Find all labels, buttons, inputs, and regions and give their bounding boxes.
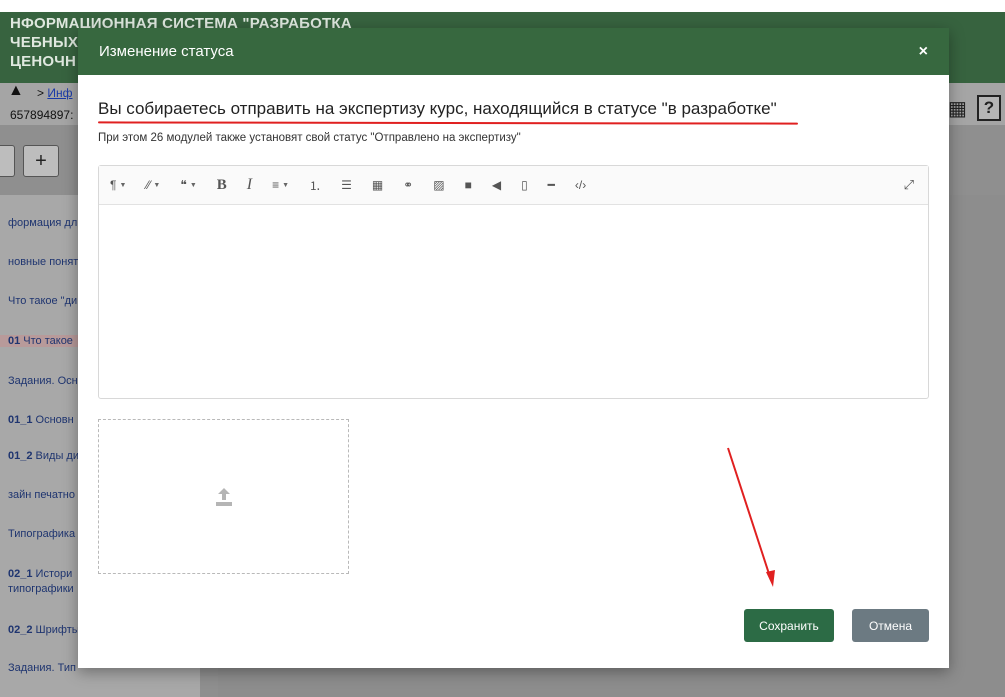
sidebar-item-label: Шрифты	[32, 624, 80, 636]
editor-toolbar: ¶ ▼ ⁄⁄ ▼ ❝ ▼ B I ≡ ▼ ⒈ ☰ ▦ ⚭ ▨ ■ ◀ ▯ ━ ‹/› ⤢	[99, 166, 928, 205]
bold-glyph: B	[216, 176, 227, 193]
help-icon[interactable]: ?	[976, 95, 1001, 121]
sidebar-item[interactable]: Типографика	[8, 528, 75, 540]
sidebar-item[interactable]: Что такое "ди	[8, 295, 77, 307]
italic-glyph: I	[246, 176, 253, 193]
ordered-list-glyph: ⒈	[309, 178, 322, 193]
sidebar-item[interactable]: 01_1 Основн	[8, 414, 74, 426]
modal-header: Изменение статуса ×	[78, 28, 949, 75]
chevron-down-icon: ▼	[282, 181, 290, 189]
audio-icon[interactable]: ◀	[492, 175, 501, 195]
video-glyph: ■	[464, 178, 472, 192]
sidebar-item-label: Типографика	[8, 528, 76, 540]
ordered-list-icon[interactable]: ⒈	[309, 175, 321, 195]
sidebar-item-label: Основн	[32, 414, 74, 426]
sidebar-item-label: Истори	[32, 568, 73, 580]
unordered-list-icon[interactable]: ☰	[341, 175, 352, 195]
bold-icon[interactable]: B	[217, 175, 227, 195]
breadcrumb-link[interactable]: Инф	[47, 86, 72, 100]
style-icon[interactable]: ⁄⁄ ▼	[146, 175, 160, 195]
record-id: 657894897:	[10, 108, 74, 122]
sidebar-item-code: 01_1	[8, 414, 33, 426]
rich-text-editor: ¶ ▼ ⁄⁄ ▼ ❝ ▼ B I ≡ ▼ ⒈ ☰ ▦ ⚭ ▨ ■ ◀ ▯ ━ ‹/› ⤢	[98, 165, 929, 399]
modal-title: Изменение статуса	[99, 43, 234, 60]
audio-glyph: ◀	[491, 178, 502, 192]
hr-glyph: ━	[547, 178, 555, 192]
video-icon[interactable]: ■	[465, 175, 472, 195]
file-dropzone[interactable]	[98, 419, 349, 574]
cancel-button[interactable]: Отмена	[852, 609, 929, 642]
table-glyph: ▦	[371, 178, 384, 192]
link-glyph: ⚭	[403, 178, 414, 192]
sidebar-item[interactable]: 01_2 Виды ди	[8, 450, 79, 462]
sidebar-item-code: 02_2	[8, 624, 33, 636]
sidebar-item-label: Что такое "ди	[8, 295, 78, 307]
sidebar-item[interactable]: 02_1 Истори	[8, 568, 72, 580]
paragraph-icon[interactable]: ¶ ▼	[110, 175, 126, 195]
breadcrumb: > Инф	[37, 86, 73, 100]
sidebar-item-label: зайн печатно	[8, 489, 75, 501]
align-glyph: ≡	[272, 178, 280, 192]
sidebar-item[interactable]: зайн печатно	[8, 489, 75, 501]
code-icon[interactable]: ‹/›	[575, 175, 586, 195]
style-glyph: ⁄⁄	[146, 178, 151, 192]
sidebar-item-label: Задания. Осн	[8, 375, 78, 387]
sidebar-item-label: типографики	[8, 583, 74, 595]
annotation-underline	[97, 121, 799, 125]
status-change-modal: Изменение статуса × Вы собираетесь отпра…	[78, 28, 949, 668]
sidebar-item-label: Задания. Тип	[8, 662, 76, 674]
chevron-down-icon: ▼	[189, 181, 197, 189]
sidebar-item[interactable]: 02_2 Шрифты	[8, 624, 80, 636]
sidebar-item-code: 01	[8, 335, 21, 347]
sidebar-item-label: Виды ди	[32, 450, 79, 462]
editor-content[interactable]	[99, 205, 928, 398]
sidebar-item[interactable]: новные поняти	[8, 256, 84, 268]
home-icon[interactable]: ▲	[8, 82, 24, 100]
hr-icon[interactable]: ━	[548, 175, 555, 195]
action-buttons: +	[0, 145, 59, 177]
sidebar-item-label: новные поняти	[8, 256, 85, 268]
close-icon[interactable]: ×	[919, 43, 928, 61]
sidebar-item[interactable]: формация дл	[8, 217, 77, 229]
table-icon[interactable]: ▦	[372, 175, 383, 195]
unordered-list-glyph: ☰	[341, 178, 352, 192]
save-button[interactable]: Сохранить	[744, 609, 834, 642]
confirmation-message: Вы собираетесь отправить на экспертизу к…	[98, 99, 777, 118]
modules-note: При этом 26 модулей также установят свой…	[98, 132, 521, 144]
modal-body: Вы собираетесь отправить на экспертизу к…	[78, 99, 949, 574]
quote-icon[interactable]: ❝ ▼	[180, 175, 196, 195]
top-strip	[0, 0, 1005, 12]
chevron-down-icon: ▼	[153, 181, 161, 189]
image-glyph: ▨	[433, 178, 445, 192]
code-glyph: ‹/›	[574, 178, 587, 192]
link-icon[interactable]: ⚭	[403, 175, 413, 195]
file-icon[interactable]: ▯	[521, 175, 528, 195]
quote-glyph: ❝	[180, 178, 187, 192]
add-button[interactable]: +	[23, 145, 59, 177]
chevron-down-icon: ▼	[119, 181, 127, 189]
modal-footer: Сохранить Отмена	[744, 609, 929, 642]
prev-button[interactable]	[0, 145, 15, 177]
sidebar-item-label: Что такое	[20, 335, 73, 347]
fullscreen-icon[interactable]: ⤢	[904, 177, 914, 193]
sidebar-item-code: 01_2	[8, 450, 33, 462]
file-glyph: ▯	[521, 178, 528, 192]
sidebar-item-code: 02_1	[8, 568, 33, 580]
toolbar-right: ▦ ?	[948, 95, 1001, 121]
italic-icon[interactable]: I	[247, 175, 252, 195]
calendar-icon[interactable]: ▦	[948, 96, 967, 121]
upload-icon	[215, 487, 232, 506]
image-icon[interactable]: ▨	[433, 175, 444, 195]
sidebar-item-label: формация дл	[8, 217, 78, 229]
sidebar-item[interactable]: Задания. Осн	[8, 375, 78, 387]
paragraph-glyph: ¶	[110, 178, 117, 192]
sidebar-item[interactable]: Задания. Тип	[8, 662, 76, 674]
align-icon[interactable]: ≡ ▼	[272, 175, 289, 195]
sidebar-item[interactable]: типографики	[8, 583, 74, 595]
